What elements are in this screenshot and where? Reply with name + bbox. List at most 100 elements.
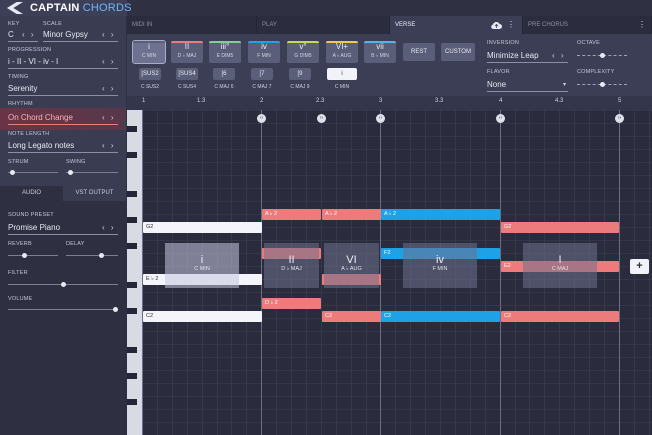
chord-block-i[interactable]: i C MIN [165,243,239,288]
chord-block-iv[interactable]: iv F MIN [403,243,477,288]
piano-keyboard[interactable] [127,110,142,435]
grid-bar-line [142,110,143,435]
piano-black-key[interactable] [127,347,137,353]
reverb-slider-knob[interactable] [21,253,27,258]
inversion-value[interactable]: Minimize Leap [487,51,539,60]
grid-bar-line [619,110,620,435]
chord-handle-icon[interactable]: ‹› [615,114,624,123]
tab-midi-in[interactable]: MIDI IN [127,16,257,34]
chord-button-VI-aug[interactable]: VI+ A ♭ AUG [326,41,358,63]
sound-preset-arrows-icon[interactable]: ‹ › [102,223,116,232]
timeline-ruler[interactable]: 1 1.3 2 2.3 3 3.3 4 4.3 5 [127,96,652,110]
ruler-tick-2: 2 [260,98,264,104]
chord-block-I[interactable]: I C MAJ [523,243,597,288]
chord-handle-icon[interactable]: ‹› [257,114,266,123]
note[interactable]: C2 [143,311,262,322]
piano-black-key[interactable] [127,217,137,223]
note[interactable]: C2 [501,311,619,322]
note[interactable]: C2 [381,311,500,322]
ext-9-button[interactable]: [9 [289,68,311,80]
piano-black-key[interactable] [127,126,137,132]
note[interactable]: D ♭ 2 [262,298,321,309]
tab-audio[interactable]: AUDIO [0,186,63,201]
ext-base-button[interactable]: i [327,68,357,80]
note[interactable]: A ♭ 2 [381,209,500,220]
piano-black-key[interactable] [127,373,137,379]
note[interactable]: A ♭ 2 [322,209,381,220]
note[interactable]: A ♭ 2 [262,209,321,220]
chord-button-vii[interactable]: vii B ♭ MIN [364,41,396,63]
piano-black-key[interactable] [127,308,137,314]
chord-block-II[interactable]: II D ♭ MAJ [264,243,319,288]
piano-black-key[interactable] [127,243,137,249]
note-length-value[interactable]: Long Legato notes [8,141,74,150]
chord-block-name: C MAJ [551,266,569,272]
ext-7-button[interactable]: [7 [251,68,273,80]
volume-label: VOLUME [8,296,33,302]
chord-block-VI[interactable]: VI A ♭ AUG [324,243,379,288]
chord-handle-icon[interactable]: ‹› [317,114,326,123]
octave-slider-knob[interactable] [599,53,605,58]
tab-pre-chorus[interactable]: PRE CHORUS [523,16,652,34]
grid-row-line [142,292,652,293]
chord-button-iv[interactable]: iv F MIN [248,41,280,63]
tab-play[interactable]: PLAY [257,16,390,34]
inversion-arrows-icon[interactable]: ‹ › [552,51,566,60]
rhythm-arrows-icon[interactable]: ‹ › [102,113,116,122]
note[interactable]: G2 [501,222,619,233]
sound-preset-value[interactable]: Promise Piano [8,223,60,232]
chord-button-i[interactable]: i C MIN [132,40,166,64]
filter-slider-knob[interactable] [60,282,66,287]
scale-value[interactable]: Minor Gypsy [43,30,88,39]
delay-slider-knob[interactable] [98,253,104,258]
flavor-label: FLAVOR [487,69,510,75]
note[interactable]: G2 [143,222,262,233]
pre-chorus-menu-icon[interactable]: ⋮ [638,20,646,29]
octave-label: OCTAVE [577,40,600,46]
custom-button[interactable]: CUSTOM [441,43,475,61]
piano-black-key[interactable] [127,191,137,197]
ext-6-button[interactable]: [6 [213,68,235,80]
progression-value[interactable]: i - II - VI - iv - I [8,57,58,66]
piano-black-key[interactable] [127,399,137,405]
rest-button[interactable]: REST [403,43,435,61]
grid-row-line [142,344,652,345]
volume-slider-knob[interactable] [113,307,118,312]
key-arrows-icon[interactable]: ‹ › [22,30,36,39]
tab-verse[interactable]: VERSE [390,16,523,34]
flavor-value[interactable]: None [487,80,506,89]
chord-block-degree: II [288,254,295,266]
note[interactable]: C2 [322,311,381,322]
grid-row-line [142,136,652,137]
chord-handle-icon[interactable]: ‹› [496,114,505,123]
piano-black-key[interactable] [127,282,137,288]
scale-underline [43,41,118,42]
scale-label: SCALE [43,21,63,27]
chord-button-II[interactable]: II D ♭ MAJ [171,41,203,63]
ext-6-name: C MAJ 6 [214,84,234,90]
piano-black-key[interactable] [127,152,137,158]
rhythm-value[interactable]: On Chord Change [8,113,73,122]
progression-arrows-icon[interactable]: ‹ › [102,57,116,66]
grid-row-line [142,240,652,241]
note-length-arrows-icon[interactable]: ‹ › [102,141,116,150]
chord-button-v-dim[interactable]: v° G DIM5 [287,41,319,63]
ext-sus2-button[interactable]: [SUS2 [139,68,161,80]
cloud-upload-icon[interactable] [491,21,502,29]
ext-sus4-button[interactable]: [SUS4 [176,68,198,80]
timing-value[interactable]: Serenity [8,84,37,93]
add-chord-button[interactable]: + [630,259,649,274]
key-value[interactable]: C [8,30,14,39]
scale-arrows-icon[interactable]: ‹ › [102,30,116,39]
delay-slider-track [66,255,118,256]
chord-button-iii-dim[interactable]: iii° E DIM5 [209,41,241,63]
verse-menu-icon[interactable]: ⋮ [507,20,515,29]
complexity-slider-knob[interactable] [599,82,605,87]
chord-name: C MIN [141,53,157,59]
tab-vst-output[interactable]: VST OUTPUT [63,186,126,201]
chord-handle-icon[interactable]: ‹› [376,114,385,123]
chord-block-degree: VI [346,254,357,266]
timing-arrows-icon[interactable]: ‹ › [102,84,116,93]
flavor-dropdown-icon[interactable]: ▾ [563,81,566,88]
chord-name: E DIM5 [216,53,234,59]
